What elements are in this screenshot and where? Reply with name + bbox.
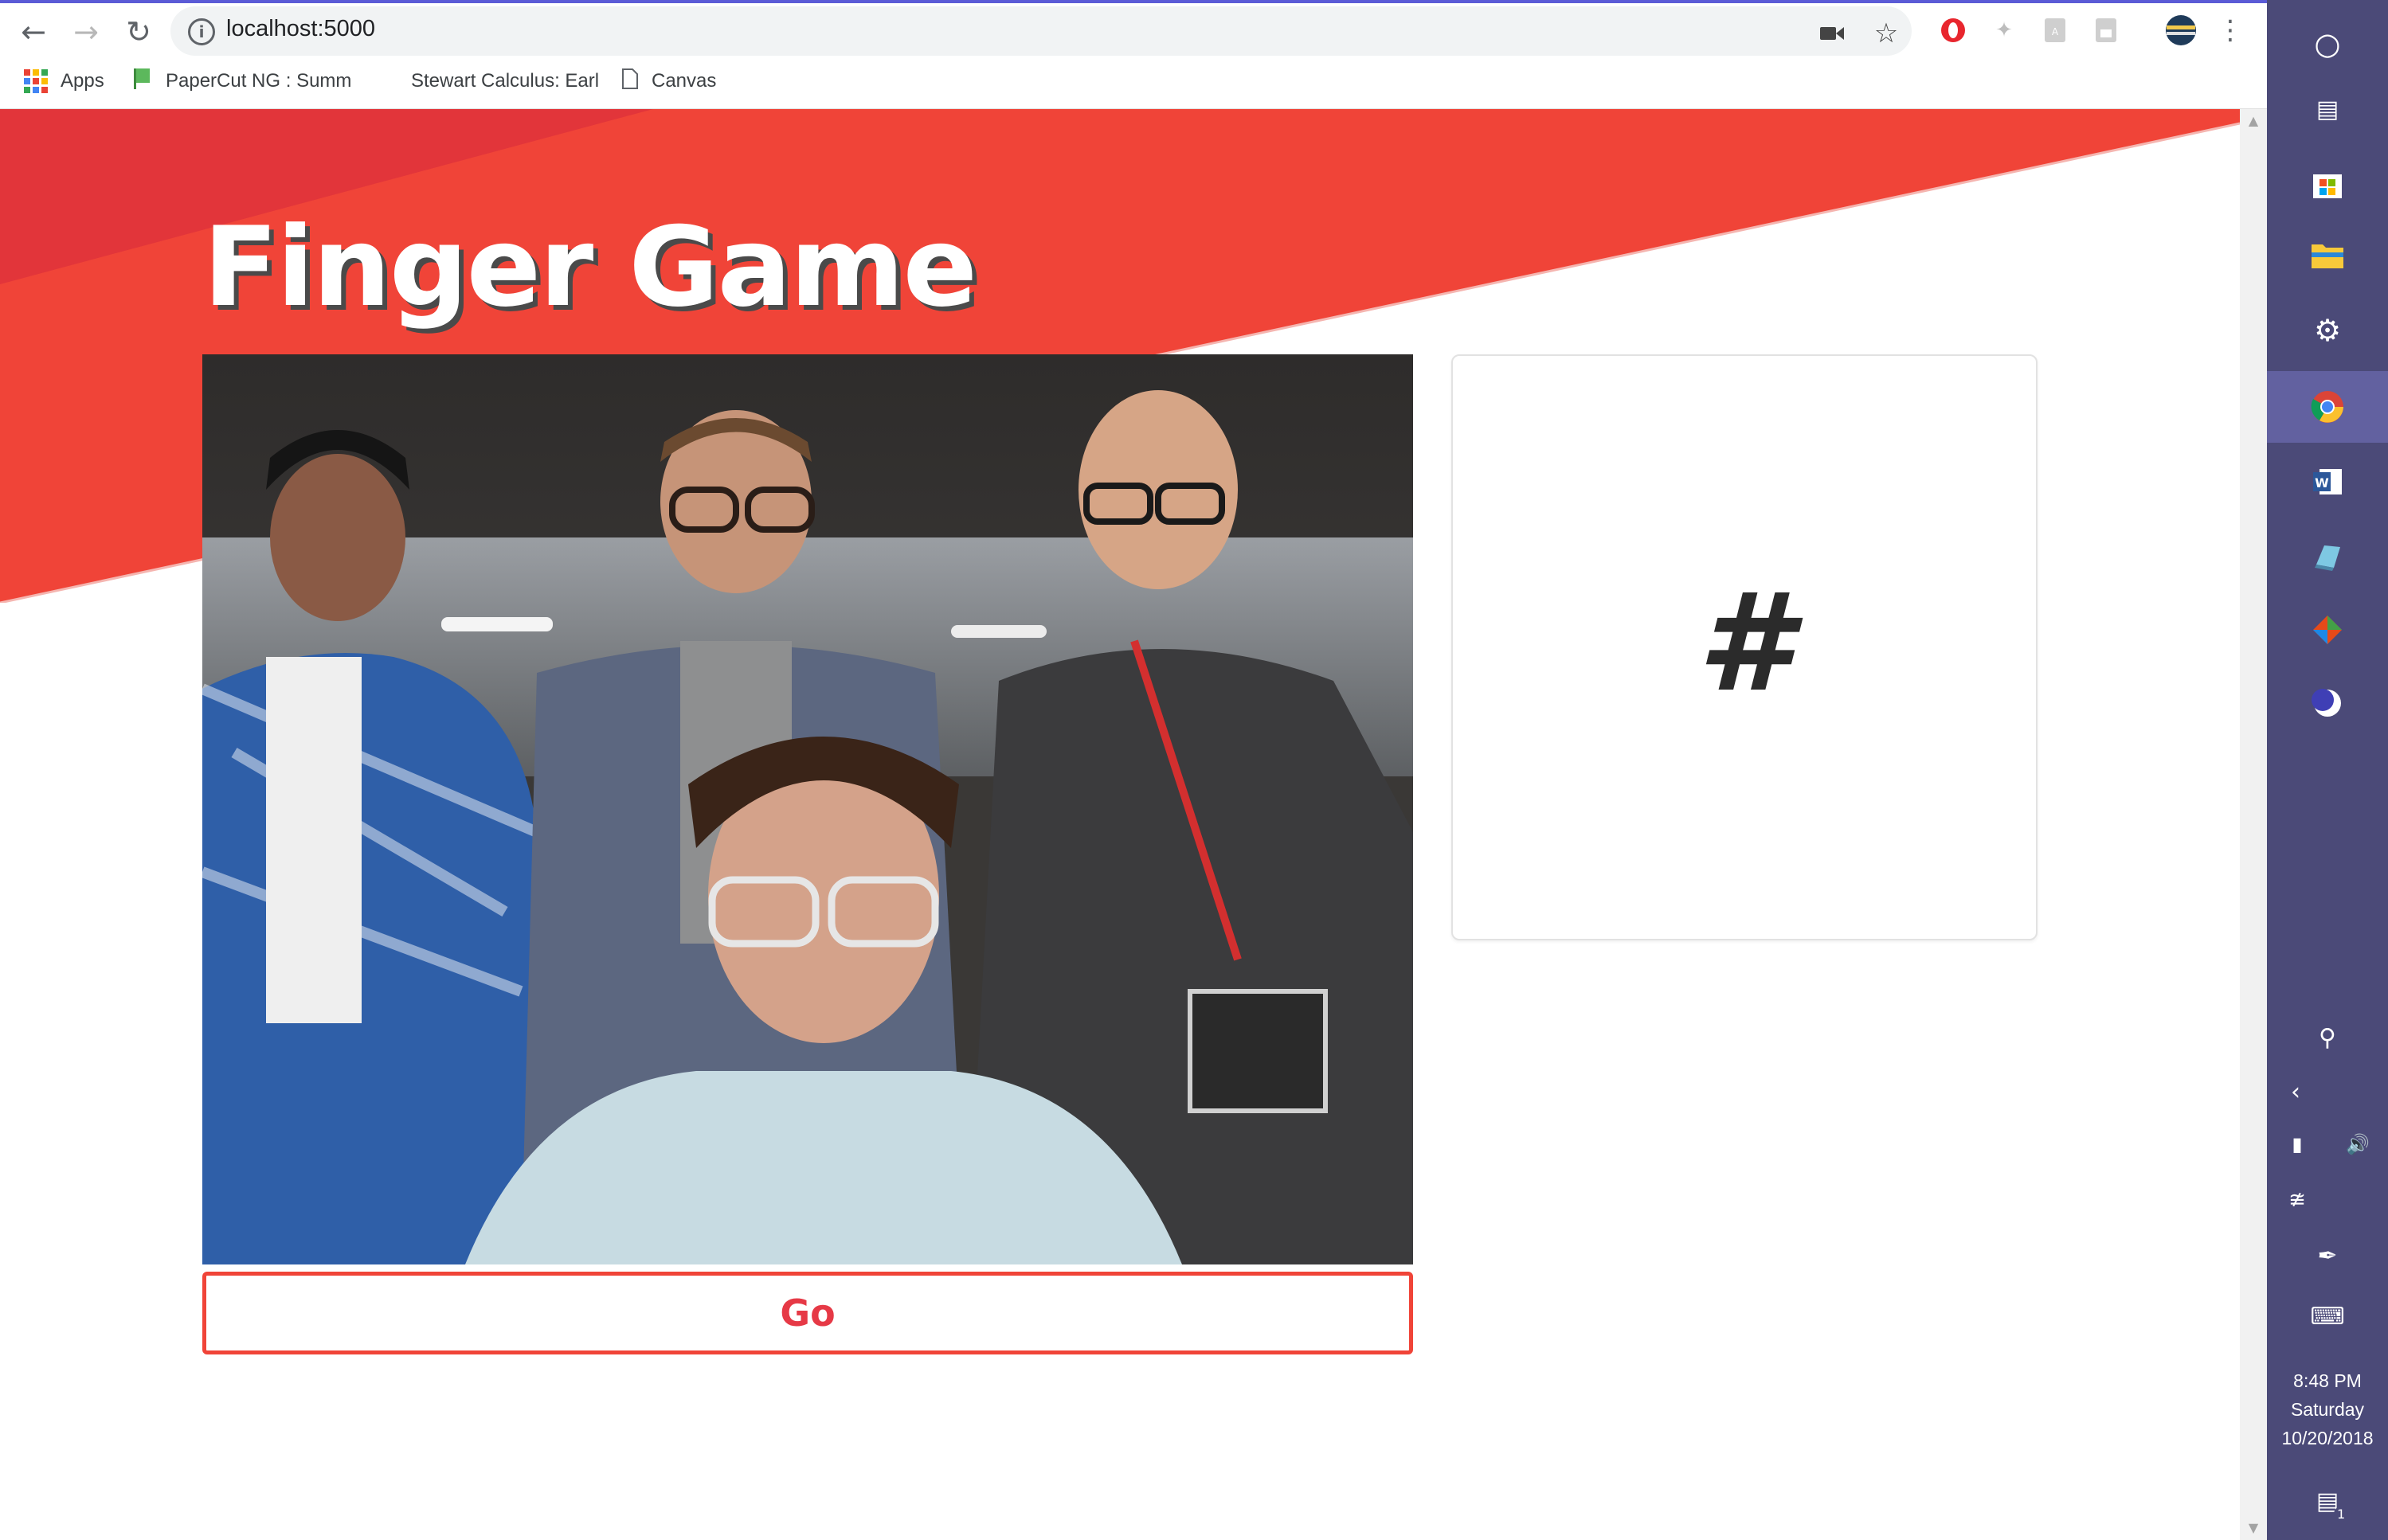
scroll-up-arrow-icon[interactable]: ▲	[2240, 109, 2267, 133]
bookmark-canvas[interactable]: Canvas	[621, 67, 716, 96]
back-arrow-icon[interactable]: ←	[13, 11, 54, 53]
microsoft-store-icon[interactable]	[2267, 147, 2388, 218]
windows-taskbar: ○ ▤ ⚙ W ⚲ ‹ ▮ 🔊 ≇ ✒ ⌨ 8:48 PM Saturday 1…	[2267, 0, 2388, 1540]
page-viewport: Finger Game Go #	[0, 109, 2240, 1540]
scroll-down-arrow-icon[interactable]: ▼	[2240, 1516, 2267, 1540]
page-title: Finger Game	[203, 203, 977, 331]
volume-icon[interactable]: 🔊	[2327, 1108, 2388, 1180]
forward-arrow-icon[interactable]: →	[65, 11, 107, 53]
webcam-image	[202, 354, 1413, 1264]
webcam-feed	[202, 354, 1413, 1264]
notification-count: 1	[2333, 1506, 2349, 1522]
go-button[interactable]: Go	[202, 1272, 1413, 1354]
cortana-circle-icon[interactable]: ○	[2267, 8, 2388, 80]
address-bar[interactable]: i localhost:5000 ☆	[170, 6, 1912, 56]
action-center-icon[interactable]: ▤ 1	[2267, 1465, 2388, 1537]
word-icon[interactable]: W	[2267, 446, 2388, 518]
clock-day: Saturday	[2290, 1399, 2365, 1420]
url-text[interactable]: localhost:5000	[226, 16, 375, 42]
camera-in-use-icon[interactable]	[1816, 18, 1848, 49]
clock-date: 10/20/2018	[2281, 1428, 2374, 1448]
site-info-icon[interactable]: i	[188, 18, 215, 45]
system-clock[interactable]: 8:48 PM Saturday 10/20/2018	[2267, 1366, 2388, 1452]
bookmark-label: Apps	[61, 70, 104, 92]
svg-text:W: W	[2315, 475, 2329, 491]
save-extension-icon[interactable]	[2090, 14, 2122, 46]
apps-grid-icon	[24, 69, 48, 93]
opera-extension-icon[interactable]	[1937, 14, 1969, 46]
result-card: #	[1451, 354, 2038, 940]
loading-progress-bar	[0, 0, 2267, 3]
bookmark-label: Stewart Calculus: Earl	[411, 70, 600, 92]
bookmark-apps[interactable]: Apps	[24, 67, 104, 96]
finger-count-result: #	[1697, 565, 1792, 722]
file-explorer-icon[interactable]	[2267, 220, 2388, 291]
task-view-icon[interactable]: ▤	[2267, 73, 2388, 145]
bookmark-papercut[interactable]: PaperCut NG : Summ	[132, 67, 351, 96]
puzzle-extension-icon[interactable]: ✦	[1988, 14, 2020, 46]
night-mode-icon[interactable]	[2267, 667, 2388, 739]
whiteboard-app-icon[interactable]	[2267, 521, 2388, 592]
touch-keyboard-icon[interactable]: ⌨	[2267, 1280, 2388, 1352]
menu-kebab-icon[interactable]: ⋮	[2214, 14, 2246, 46]
clock-time: 8:48 PM	[2293, 1370, 2362, 1391]
chrome-taskbar-icon[interactable]	[2267, 371, 2388, 443]
bookmark-stewart-calculus[interactable]: Stewart Calculus: Earl	[411, 67, 599, 96]
papercut-icon	[132, 67, 153, 96]
pdf-extension-icon[interactable]: A	[2039, 14, 2071, 46]
settings-gear-icon[interactable]: ⚙	[2267, 295, 2388, 366]
profile-avatar-icon[interactable]	[2165, 14, 2197, 46]
bookmark-label: PaperCut NG : Summ	[166, 70, 352, 92]
browser-chrome: ← → ↻ i localhost:5000 ☆ ✦ A ⋮ Apps Pape…	[0, 0, 2267, 109]
bookmark-star-icon[interactable]: ☆	[1870, 18, 1902, 49]
bookmark-label: Canvas	[652, 70, 717, 92]
bookmarks-bar: Apps PaperCut NG : Summ Stewart Calculus…	[0, 64, 2267, 99]
gitkraken-icon[interactable]	[2267, 594, 2388, 666]
page-scrollbar[interactable]: ▲ ▼	[2240, 109, 2267, 1540]
reload-icon[interactable]: ↻	[118, 11, 159, 53]
svg-text:A: A	[2052, 26, 2059, 37]
page-icon	[621, 68, 639, 96]
